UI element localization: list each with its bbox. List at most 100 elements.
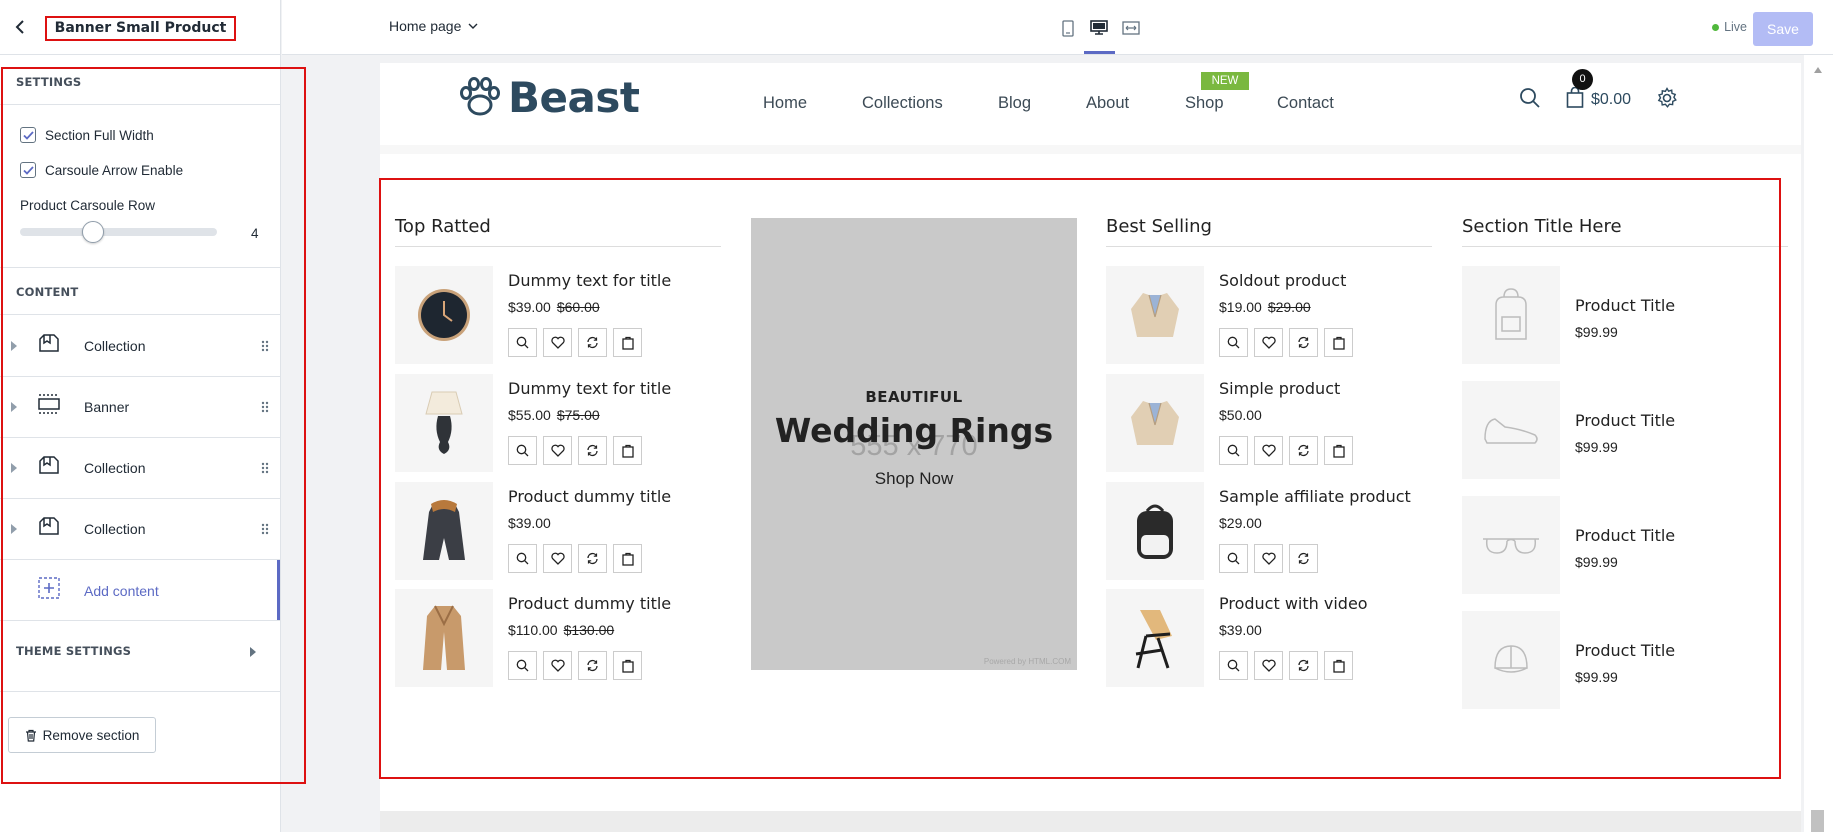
- quick-view-button[interactable]: [508, 436, 537, 465]
- store-logo[interactable]: Beast: [458, 73, 640, 122]
- lamp-icon[interactable]: [395, 374, 493, 472]
- product-title[interactable]: Product dummy title: [508, 594, 671, 613]
- product-card[interactable]: Dummy text for title $39.00 $60.00: [395, 266, 721, 364]
- compare-button[interactable]: [1289, 328, 1318, 357]
- product-card[interactable]: Product Title $99.99: [1462, 611, 1788, 709]
- fullwidth-view-button[interactable]: [1119, 16, 1143, 40]
- quick-view-button[interactable]: [1219, 544, 1248, 573]
- product-title[interactable]: Product Title: [1575, 641, 1675, 660]
- caret-right-icon[interactable]: [0, 401, 28, 412]
- remove-section-button[interactable]: Remove section: [8, 717, 156, 753]
- cap-placeholder-icon[interactable]: [1462, 611, 1560, 709]
- product-card[interactable]: Soldout product $19.00 $29.00: [1106, 266, 1432, 364]
- product-title[interactable]: Product with video: [1219, 594, 1368, 613]
- product-card[interactable]: Product dummy title $110.00 $130.00: [395, 589, 721, 687]
- compare-button[interactable]: [578, 651, 607, 680]
- caret-right-icon[interactable]: [0, 340, 28, 351]
- wishlist-heart-button[interactable]: [543, 544, 572, 573]
- content-block-collection[interactable]: Collection: [0, 498, 280, 559]
- product-card[interactable]: Product Title $99.99: [1462, 266, 1788, 364]
- product-card[interactable]: Product Title $99.99: [1462, 496, 1788, 594]
- caret-right-icon[interactable]: [0, 462, 28, 473]
- add-to-cart-button[interactable]: [1324, 651, 1353, 680]
- wishlist-heart-button[interactable]: [1254, 328, 1283, 357]
- product-card[interactable]: Product with video $39.00: [1106, 589, 1432, 687]
- nav-contact[interactable]: Contact: [1277, 94, 1334, 113]
- nav-about[interactable]: About: [1086, 94, 1129, 113]
- quick-view-button[interactable]: [508, 328, 537, 357]
- product-card[interactable]: Simple product $50.00: [1106, 374, 1432, 472]
- add-to-cart-button[interactable]: [613, 651, 642, 680]
- carousel-arrow-checkbox[interactable]: Carsoule Arrow Enable: [20, 162, 183, 178]
- drag-handle-icon[interactable]: [250, 340, 280, 352]
- add-to-cart-button[interactable]: [613, 544, 642, 573]
- wishlist-heart-button[interactable]: [1254, 544, 1283, 573]
- drag-handle-icon[interactable]: [250, 462, 280, 474]
- quick-view-button[interactable]: [508, 651, 537, 680]
- nav-blog[interactable]: Blog: [998, 94, 1031, 113]
- product-title[interactable]: Dummy text for title: [508, 271, 671, 290]
- nav-home[interactable]: Home: [763, 94, 807, 113]
- carousel-row-slider[interactable]: [20, 221, 217, 243]
- compare-button[interactable]: [1289, 544, 1318, 573]
- compare-button[interactable]: [1289, 436, 1318, 465]
- product-card[interactable]: Product Title $99.99: [1462, 381, 1788, 479]
- add-to-cart-button[interactable]: [613, 328, 642, 357]
- product-title[interactable]: Simple product: [1219, 379, 1340, 398]
- quick-view-button[interactable]: [1219, 328, 1248, 357]
- product-title[interactable]: Dummy text for title: [508, 379, 671, 398]
- quick-view-button[interactable]: [1219, 436, 1248, 465]
- promo-banner[interactable]: BEAUTIFUL 555 x 770 Wedding Rings Shop N…: [751, 218, 1077, 670]
- section-full-width-checkbox[interactable]: Section Full Width: [20, 127, 154, 143]
- add-to-cart-button[interactable]: [1324, 328, 1353, 357]
- save-button[interactable]: Save: [1753, 12, 1813, 46]
- add-content-button[interactable]: Add content: [0, 560, 280, 621]
- preview-scrollbar[interactable]: [1804, 55, 1833, 832]
- compare-button[interactable]: [578, 436, 607, 465]
- theme-settings-toggle[interactable]: THEME SETTINGS: [0, 630, 280, 674]
- nav-shop[interactable]: Shop: [1185, 94, 1224, 113]
- content-block-collection[interactable]: Collection: [0, 437, 280, 498]
- slider-thumb[interactable]: [82, 221, 104, 243]
- desktop-view-button[interactable]: [1087, 16, 1111, 40]
- backpack-icon[interactable]: [1106, 482, 1204, 580]
- page-selector[interactable]: Home page: [389, 18, 478, 34]
- back-button[interactable]: [10, 16, 32, 38]
- scrollbar-track[interactable]: [1811, 810, 1824, 832]
- add-to-cart-button[interactable]: [1324, 436, 1353, 465]
- product-card[interactable]: Dummy text for title $55.00 $75.00: [395, 374, 721, 472]
- content-block-banner[interactable]: Banner: [0, 376, 280, 437]
- product-card[interactable]: Product dummy title $39.00: [395, 482, 721, 580]
- content-block-collection[interactable]: Collection: [0, 315, 280, 376]
- compare-button[interactable]: [1289, 651, 1318, 680]
- watch-icon[interactable]: [395, 266, 493, 364]
- add-to-cart-button[interactable]: [613, 436, 642, 465]
- mobile-view-button[interactable]: [1056, 16, 1080, 40]
- wishlist-heart-button[interactable]: [543, 328, 572, 357]
- wishlist-heart-button[interactable]: [543, 651, 572, 680]
- chair-icon[interactable]: [1106, 589, 1204, 687]
- product-title[interactable]: Product Title: [1575, 296, 1675, 315]
- drag-handle-icon[interactable]: [250, 523, 280, 535]
- product-title[interactable]: Product Title: [1575, 411, 1675, 430]
- product-title[interactable]: Soldout product: [1219, 271, 1346, 290]
- glasses-placeholder-icon[interactable]: [1462, 496, 1560, 594]
- wishlist-heart-button[interactable]: [1254, 436, 1283, 465]
- cart-icon[interactable]: [1566, 87, 1584, 109]
- search-icon[interactable]: [1519, 87, 1541, 109]
- gear-icon[interactable]: [1656, 87, 1678, 109]
- shoe-placeholder-icon[interactable]: [1462, 381, 1560, 479]
- product-title[interactable]: Sample affiliate product: [1219, 487, 1411, 506]
- caret-right-icon[interactable]: [0, 523, 28, 534]
- drag-handle-icon[interactable]: [250, 401, 280, 413]
- nav-collections[interactable]: Collections: [862, 94, 943, 113]
- blazer-icon[interactable]: [1106, 374, 1204, 472]
- compare-button[interactable]: [578, 328, 607, 357]
- product-title[interactable]: Product dummy title: [508, 487, 671, 506]
- blazer-icon[interactable]: [1106, 266, 1204, 364]
- quick-view-button[interactable]: [508, 544, 537, 573]
- compare-button[interactable]: [578, 544, 607, 573]
- jacket-icon[interactable]: [395, 482, 493, 580]
- wishlist-heart-button[interactable]: [1254, 651, 1283, 680]
- product-title[interactable]: Product Title: [1575, 526, 1675, 545]
